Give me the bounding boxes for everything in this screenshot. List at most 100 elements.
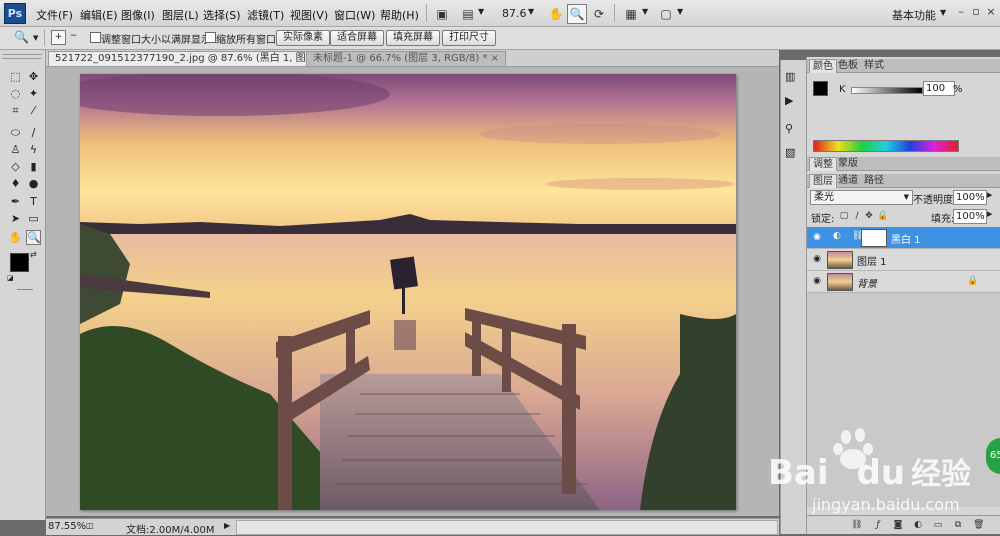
- clone-stamp-icon[interactable]: ♙: [8, 142, 23, 157]
- close-icon[interactable]: ×: [491, 53, 499, 64]
- k-value-input[interactable]: 100: [923, 81, 955, 96]
- tab-document-2[interactable]: 未标题-1 @ 66.7% (图层 3, RGB/8) * ×: [306, 51, 507, 66]
- layer-row-background[interactable]: ◉ 背景 🔒: [807, 271, 1000, 293]
- layer-name[interactable]: 图层 1: [857, 253, 887, 268]
- zoom-out-icon[interactable]: −: [67, 30, 80, 43]
- workspace-switcher[interactable]: 基本功能: [892, 7, 936, 23]
- foreground-color-swatch[interactable]: [10, 253, 29, 272]
- menu-help[interactable]: 帮助(H): [380, 7, 419, 23]
- layer-name[interactable]: 背景: [857, 275, 877, 290]
- chevron-down-icon[interactable]: ▼: [904, 191, 909, 204]
- tab-styles[interactable]: 样式: [861, 59, 887, 72]
- link-layers-icon[interactable]: ⛓: [851, 520, 862, 530]
- menu-select[interactable]: 选择(S): [203, 7, 241, 23]
- lock-pixels-icon[interactable]: ∕: [852, 211, 862, 221]
- quick-mask-icon[interactable]: [17, 289, 33, 290]
- crop-tool-icon[interactable]: ⌗: [8, 103, 23, 118]
- path-selection-icon[interactable]: ➤: [8, 211, 23, 226]
- layer-row-bw[interactable]: ◉ ◐ ⛓ 黑白 1: [807, 227, 1000, 249]
- hand-tool-icon[interactable]: ✋: [8, 230, 23, 245]
- layer-style-icon[interactable]: ƒ: [873, 520, 883, 530]
- tab-masks[interactable]: 蒙版: [835, 157, 861, 170]
- chevron-right-icon[interactable]: ▶: [224, 521, 230, 530]
- k-slider[interactable]: [851, 87, 923, 94]
- rotate-view-icon[interactable]: ⟳: [589, 4, 609, 24]
- history-brush-icon[interactable]: ϟ: [26, 142, 41, 157]
- chevron-right-icon[interactable]: ▶: [987, 191, 992, 199]
- marquee-tool-icon[interactable]: ⬚: [8, 69, 23, 84]
- lasso-tool-icon[interactable]: ◌: [8, 86, 23, 101]
- chevron-down-icon[interactable]: ▼: [528, 7, 534, 16]
- resize-windows-checkbox[interactable]: [90, 32, 101, 43]
- menu-view[interactable]: 视图(V): [290, 7, 328, 23]
- actions-icon[interactable]: ⚲: [785, 122, 793, 135]
- histogram-icon[interactable]: ▥: [785, 70, 795, 83]
- tab-channels[interactable]: 通道: [835, 174, 861, 187]
- magic-wand-icon[interactable]: ✦: [26, 86, 41, 101]
- chevron-down-icon[interactable]: ▼: [642, 7, 648, 16]
- eye-icon[interactable]: ◉: [811, 231, 823, 243]
- opacity-input[interactable]: 100%: [953, 190, 987, 205]
- fill-input[interactable]: 100%: [953, 209, 987, 224]
- lock-position-icon[interactable]: ✥: [864, 211, 874, 221]
- new-group-icon[interactable]: ▭: [933, 520, 943, 530]
- tab-swatches[interactable]: 色板: [835, 59, 861, 72]
- status-zoom[interactable]: 87.55%: [48, 521, 86, 532]
- fill-screen-button[interactable]: 填充屏幕: [386, 30, 440, 46]
- chevron-right-icon[interactable]: ▶: [987, 210, 992, 218]
- type-tool-icon[interactable]: T: [26, 194, 41, 209]
- zoom-tool-icon[interactable]: 🔍: [14, 30, 29, 44]
- eraser-tool-icon[interactable]: ◇: [8, 159, 23, 174]
- zoom-in-icon[interactable]: +: [51, 30, 66, 45]
- menu-layer[interactable]: 图层(L): [162, 7, 199, 23]
- maximize-icon[interactable]: ▫: [969, 5, 983, 19]
- dodge-tool-icon[interactable]: ●: [26, 176, 41, 191]
- hand-tool-icon[interactable]: ✋: [546, 4, 566, 24]
- layer-mask-thumbnail[interactable]: [861, 229, 887, 247]
- minimize-icon[interactable]: –: [954, 5, 968, 19]
- print-size-button[interactable]: 打印尺寸: [442, 30, 496, 46]
- tab-color[interactable]: 颜色: [809, 59, 837, 73]
- bridge-icon[interactable]: ▣: [432, 4, 452, 24]
- eye-icon[interactable]: ◉: [811, 275, 823, 287]
- lock-transparency-icon[interactable]: ▢: [839, 211, 849, 221]
- blur-tool-icon[interactable]: ♦: [8, 176, 23, 191]
- lock-all-icon[interactable]: 🔒: [877, 211, 888, 221]
- eyedropper-icon[interactable]: ⁄: [26, 103, 41, 118]
- fit-screen-button[interactable]: 适合屏幕: [330, 30, 384, 46]
- zoom-all-checkbox[interactable]: [205, 32, 216, 43]
- history-icon[interactable]: ▧: [785, 146, 795, 159]
- layer-name[interactable]: 黑白 1: [891, 231, 921, 246]
- close-icon[interactable]: ×: [984, 5, 998, 19]
- tab-paths[interactable]: 路径: [861, 174, 887, 187]
- menu-window[interactable]: 窗口(W): [334, 7, 375, 23]
- layer-thumbnail[interactable]: [827, 251, 853, 269]
- tab-adjustments[interactable]: 调整: [809, 157, 837, 171]
- gradient-tool-icon[interactable]: ▮: [26, 159, 41, 174]
- chevron-down-icon[interactable]: ▼: [478, 7, 484, 16]
- minibridge-icon[interactable]: ▤: [458, 4, 478, 24]
- chevron-down-icon[interactable]: ▼: [677, 7, 683, 16]
- menu-edit[interactable]: 编辑(E): [80, 7, 118, 23]
- chevron-down-icon[interactable]: ▼: [33, 34, 38, 42]
- document-image[interactable]: [80, 74, 736, 510]
- add-mask-icon[interactable]: ◙: [893, 520, 903, 530]
- tab-layers[interactable]: 图层: [809, 174, 837, 188]
- brush-tool-icon[interactable]: ∕: [26, 125, 41, 140]
- menu-file[interactable]: 文件(F): [36, 7, 73, 23]
- toolbox-grip[interactable]: [2, 54, 42, 59]
- layer-row-layer1[interactable]: ◉ 图层 1: [807, 249, 1000, 271]
- trash-icon[interactable]: 🗑: [973, 520, 984, 530]
- layer-thumbnail[interactable]: [827, 273, 853, 291]
- shape-tool-icon[interactable]: ▭: [26, 211, 41, 226]
- screen-mode-icon[interactable]: ▢: [656, 4, 676, 24]
- blend-mode-select[interactable]: 柔光 ▼: [810, 190, 913, 205]
- color-ramp[interactable]: [813, 140, 959, 152]
- zoom-tool-icon[interactable]: 🔍: [26, 230, 41, 245]
- zoom-tool-icon[interactable]: 🔍: [567, 4, 587, 24]
- navigator-icon[interactable]: ▶: [785, 94, 793, 107]
- menu-filter[interactable]: 滤镜(T): [247, 7, 284, 23]
- arrange-documents-icon[interactable]: ▦: [621, 4, 641, 24]
- horizontal-scrollbar[interactable]: [236, 520, 778, 535]
- zoom-level[interactable]: 87.6: [502, 7, 527, 20]
